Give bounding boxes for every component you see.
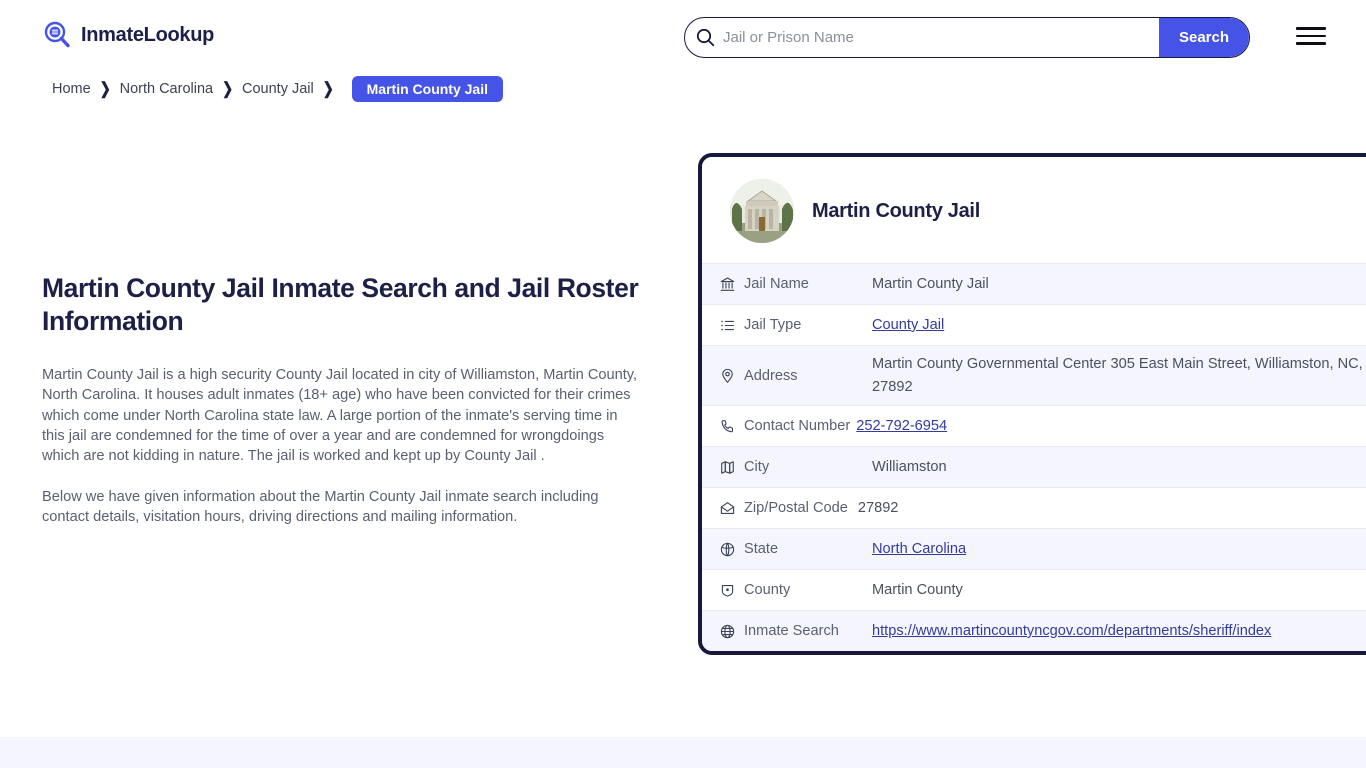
search-bar[interactable]: Search — [684, 17, 1250, 58]
brand-logo-link[interactable]: InmateLookup — [42, 20, 214, 50]
badge-icon — [702, 582, 744, 599]
brand-name: InmateLookup — [81, 23, 215, 46]
breadcrumb: Home ❯ North Carolina ❯ County Jail ❯ Ma… — [52, 76, 503, 102]
bank-icon — [702, 276, 744, 293]
breadcrumb-item-jail-type[interactable]: County Jail — [242, 81, 314, 97]
article-column: Martin County Jail Inmate Search and Jai… — [42, 272, 642, 548]
inmate-search-link[interactable]: https://www.martincountyncgov.com/depart… — [872, 623, 1271, 639]
chevron-right-icon: ❯ — [99, 79, 111, 98]
chevron-right-icon: ❯ — [222, 79, 233, 98]
web-globe-icon — [702, 623, 744, 640]
row-value: Martin County Jail — [872, 275, 989, 292]
footer-band — [0, 737, 1366, 768]
card-title: Martin County Jail — [812, 199, 980, 222]
table-row: County Martin County — [702, 569, 1366, 611]
magnifier-logo-icon — [42, 20, 72, 50]
table-row: Jail Name Martin County Jail — [702, 263, 1366, 304]
breadcrumb-item-state[interactable]: North Carolina — [120, 81, 214, 97]
contact-number-link[interactable]: 252-792-6954 — [856, 418, 947, 434]
jail-type-link[interactable]: County Jail — [872, 317, 944, 333]
row-label: State — [744, 541, 779, 558]
table-row: Jail Type County Jail — [702, 304, 1366, 345]
table-row: Inmate Search https://www.martincountync… — [702, 610, 1366, 652]
globe-icon — [702, 541, 744, 558]
table-row: City Williamston — [702, 446, 1366, 488]
jail-details-table: Jail Name Martin County Jail Jail Type C… — [702, 263, 1366, 652]
secondary-paragraph: Below we have given information about th… — [42, 488, 599, 526]
state-link[interactable]: North Carolina — [872, 541, 966, 557]
search-button[interactable]: Search — [1159, 18, 1249, 57]
courthouse-photo — [730, 179, 794, 243]
intro-paragraph: Martin County Jail is a high security Co… — [42, 366, 638, 465]
menu-line — [1296, 42, 1326, 45]
row-value: Martin County Governmental Center 305 Ea… — [872, 356, 1363, 395]
jail-info-card: Martin County Jail Jail Name Martin Coun… — [698, 153, 1366, 656]
hamburger-menu-icon[interactable] — [1296, 24, 1328, 48]
phone-icon — [702, 418, 744, 435]
location-pin-icon — [702, 367, 744, 384]
table-row: Contact Number 252-792-6954 — [702, 405, 1366, 447]
menu-line — [1296, 27, 1326, 30]
row-value: 27892 — [857, 499, 899, 516]
row-label: Contact Number — [744, 418, 851, 435]
list-icon — [702, 317, 744, 334]
row-label: County — [744, 582, 791, 599]
breadcrumb-item-home[interactable]: Home — [52, 81, 91, 97]
chevron-right-icon: ❯ — [322, 79, 334, 98]
menu-line — [1296, 34, 1326, 38]
table-row: Zip/Postal Code 27892 — [702, 487, 1366, 529]
page-title: Martin County Jail Inmate Search and Jai… — [42, 273, 639, 337]
row-label: City — [744, 459, 770, 476]
envelope-icon — [702, 500, 744, 517]
row-label: Zip/Postal Code — [744, 500, 848, 517]
row-value: Martin County — [872, 581, 963, 598]
jail-info-card-header: Martin County Jail — [702, 157, 1366, 263]
row-label: Address — [744, 367, 798, 384]
search-input[interactable] — [719, 18, 1159, 57]
row-label: Inmate Search — [744, 623, 839, 640]
row-label: Jail Type — [744, 317, 802, 333]
search-icon — [685, 18, 719, 57]
row-label: Jail Name — [744, 276, 809, 292]
map-icon — [702, 459, 744, 476]
row-value: Williamston — [872, 458, 947, 475]
table-row: Address Martin County Governmental Cente… — [702, 345, 1366, 406]
site-header: InmateLookup Search — [0, 0, 1366, 72]
table-row: State North Carolina — [702, 528, 1366, 570]
breadcrumb-item-current: Martin County Jail — [351, 76, 503, 102]
